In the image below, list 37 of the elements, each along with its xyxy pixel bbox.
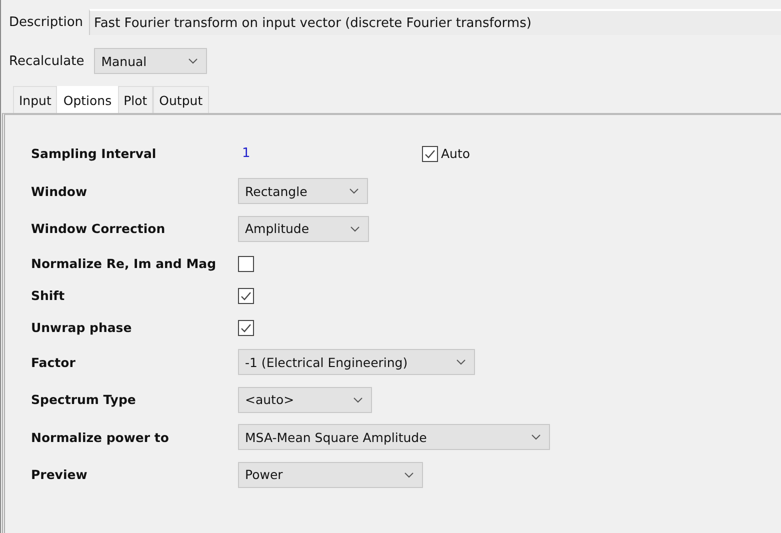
caret-icon bbox=[456, 359, 466, 366]
caret-icon bbox=[531, 434, 541, 440]
description-field[interactable]: Fast Fourier transform on input vector (discrete Fourier transforms) bbox=[89, 9, 781, 35]
dropdown[interactable]: -1 (Electrical Engineering) bbox=[238, 349, 475, 376]
dropdown[interactable]: Power bbox=[238, 462, 423, 488]
dropdown[interactable]: Rectangle bbox=[238, 178, 368, 204]
option-label: Spectrum Type bbox=[31, 392, 137, 408]
option-label: Preview bbox=[31, 467, 88, 482]
caret-icon bbox=[350, 226, 360, 232]
checkbox-label: Auto bbox=[441, 146, 470, 162]
recalculate-dropdown[interactable]: Manual bbox=[94, 48, 208, 74]
option-label: Normalize power to bbox=[31, 430, 170, 445]
option-label: Unwrap phase bbox=[31, 320, 133, 335]
checkbox[interactable] bbox=[238, 288, 254, 304]
caret-icon bbox=[349, 188, 359, 194]
option-label: Normalize Re, Im and Mag bbox=[31, 256, 218, 271]
option-label: Factor bbox=[31, 354, 76, 370]
caret-icon bbox=[404, 472, 414, 478]
dropdown[interactable]: MSA-Mean Square Amplitude bbox=[238, 424, 550, 450]
checkbox[interactable] bbox=[238, 256, 254, 272]
value-text: 1 bbox=[241, 146, 252, 162]
tab[interactable]: Plot bbox=[118, 86, 154, 113]
option-label: Sampling Interval bbox=[31, 146, 158, 162]
dropdown[interactable]: Amplitude bbox=[238, 216, 369, 242]
caret-icon bbox=[188, 58, 198, 64]
tab[interactable]: Output bbox=[153, 86, 209, 113]
option-label: Window Correction bbox=[31, 221, 166, 236]
caret-icon bbox=[353, 396, 363, 403]
dropdown[interactable]: <auto> bbox=[238, 386, 372, 413]
tab[interactable]: Options bbox=[57, 86, 118, 113]
checkbox[interactable] bbox=[422, 146, 438, 162]
checkbox[interactable] bbox=[238, 320, 254, 336]
option-label: Window bbox=[31, 184, 88, 199]
option-label: Shift bbox=[31, 288, 66, 303]
recalculate-label: Recalculate bbox=[9, 54, 84, 68]
description-label: Description bbox=[9, 14, 84, 30]
tab[interactable]: Input bbox=[13, 86, 58, 113]
